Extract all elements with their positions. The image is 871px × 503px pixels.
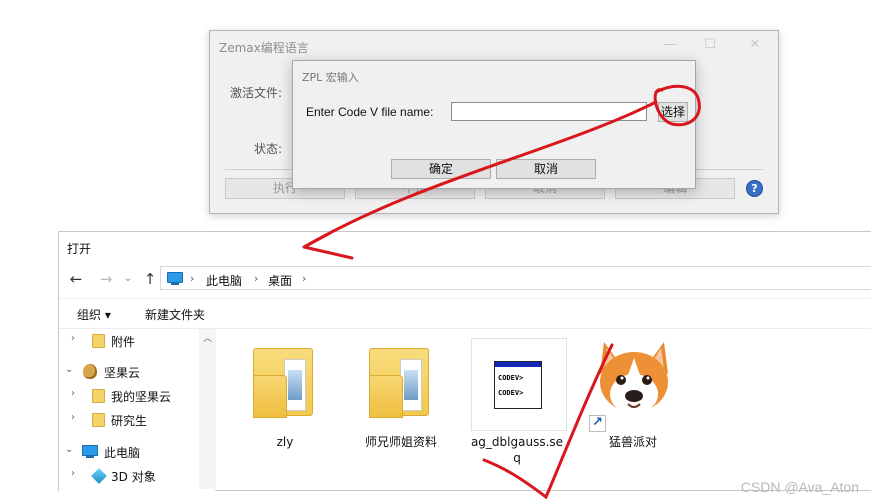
nav-item-graduate[interactable]: › 研究生 xyxy=(59,409,199,431)
navigation-pane: › 附件 ⌄ 坚果云 › 我的坚果云 › 研究生 ⌄ 此电脑 › 3D 对象 xyxy=(59,329,215,492)
pc-icon xyxy=(167,272,183,285)
nav-item-this-pc[interactable]: ⌄ 此电脑 xyxy=(59,441,199,463)
pc-icon xyxy=(82,445,98,458)
file-name-input[interactable] xyxy=(451,102,647,121)
up-arrow-icon[interactable]: ↑ xyxy=(141,270,159,288)
active-file-label: 激活文件: xyxy=(230,86,283,100)
folder-icon xyxy=(92,389,105,403)
minimize-icon[interactable]: — xyxy=(660,36,680,54)
recent-chevron-icon[interactable]: ⌄ xyxy=(119,270,137,288)
breadcrumb-separator-icon: › xyxy=(190,272,195,285)
browse-button[interactable]: 选择 xyxy=(658,102,688,122)
address-bar[interactable]: › 此电脑 › 桌面 › xyxy=(160,266,871,290)
nav-item-label: 3D 对象 xyxy=(111,470,156,484)
nav-item-jianguoyun[interactable]: ⌄ 坚果云 xyxy=(59,361,199,383)
folder-icon xyxy=(92,334,105,348)
chevron-right-icon[interactable]: › xyxy=(71,412,75,423)
back-arrow-icon[interactable]: ← xyxy=(67,270,85,288)
file-item[interactable]: zly xyxy=(237,342,333,472)
new-folder-button[interactable]: 新建文件夹 xyxy=(145,306,205,323)
zpl-macro-input-dialog: ZPL 宏输入 Enter Code V file name: 选择 确定 取消 xyxy=(292,60,696,189)
breadcrumb-this-pc[interactable]: 此电脑 xyxy=(206,272,242,289)
organize-menu[interactable]: 组织 ▾ xyxy=(77,306,111,323)
chevron-down-icon[interactable]: ⌄ xyxy=(65,364,73,375)
status-label: 状态: xyxy=(254,142,283,156)
file-name: 猛兽派对 xyxy=(608,435,657,449)
dialog-cancel-button[interactable]: 取消 xyxy=(496,159,596,179)
dialog-title: ZPL 宏输入 xyxy=(302,71,359,84)
open-dialog-title: 打开 xyxy=(67,242,92,256)
open-file-dialog: 打开 ← → ⌄ ↑ › 此电脑 › 桌面 › 组织 ▾ 新建文件夹 › 附件 … xyxy=(58,231,871,492)
nav-item-label: 研究生 xyxy=(111,414,148,428)
folder-icon xyxy=(92,413,105,427)
file-item-selected[interactable]: CODEV> CODEV> ag_dblgauss.se q xyxy=(469,338,567,468)
breadcrumb-separator-icon: › xyxy=(254,272,259,285)
nav-item-3d-objects[interactable]: › 3D 对象 xyxy=(59,465,199,487)
nav-item-label: 坚果云 xyxy=(104,366,141,380)
file-name: zly xyxy=(276,435,294,449)
close-icon[interactable]: ✕ xyxy=(745,36,765,54)
file-name: ag_dblgauss.se q xyxy=(470,435,564,465)
window-title: Zemax编程语言 xyxy=(219,41,309,55)
cube-icon xyxy=(91,468,107,484)
divider xyxy=(59,298,871,299)
scroll-up-icon[interactable]: ︿ xyxy=(203,331,212,344)
chevron-right-icon[interactable]: › xyxy=(71,388,75,399)
chevron-right-icon[interactable]: › xyxy=(71,468,75,479)
forward-arrow-icon[interactable]: → xyxy=(97,270,115,288)
file-item[interactable]: 猛兽派对 xyxy=(585,338,681,468)
nav-item-my-jianguoyun[interactable]: › 我的坚果云 xyxy=(59,385,199,407)
codev-file-icon: CODEV> CODEV> xyxy=(494,361,542,409)
breadcrumb-desktop[interactable]: 桌面 xyxy=(268,272,292,289)
file-name: 师兄师姐资料 xyxy=(364,435,437,449)
chevron-down-icon[interactable]: ⌄ xyxy=(65,444,73,455)
file-item[interactable]: 师兄师姐资料 xyxy=(353,342,449,472)
file-name-prompt: Enter Code V file name: xyxy=(306,105,434,119)
nav-scrollbar[interactable]: ︿ xyxy=(199,329,216,489)
chevron-right-icon[interactable]: › xyxy=(71,333,75,344)
nav-item-label: 附件 xyxy=(111,335,136,349)
help-icon[interactable]: ? xyxy=(746,180,763,197)
folder-icon xyxy=(369,348,429,418)
nav-item-label: 我的坚果云 xyxy=(111,390,172,404)
folder-icon xyxy=(253,348,313,418)
maximize-icon[interactable]: ☐ xyxy=(700,36,720,54)
nut-icon xyxy=(83,364,97,379)
dog-shortcut-icon xyxy=(600,342,668,414)
nav-item-label: 此电脑 xyxy=(104,446,141,460)
nav-item-attachments[interactable]: › 附件 xyxy=(59,330,199,352)
breadcrumb-separator-icon[interactable]: › xyxy=(302,272,306,285)
watermark: CSDN @Ava_Aton xyxy=(740,479,859,495)
shortcut-arrow-icon: ↗ xyxy=(589,415,606,432)
ok-button[interactable]: 确定 xyxy=(391,159,491,179)
